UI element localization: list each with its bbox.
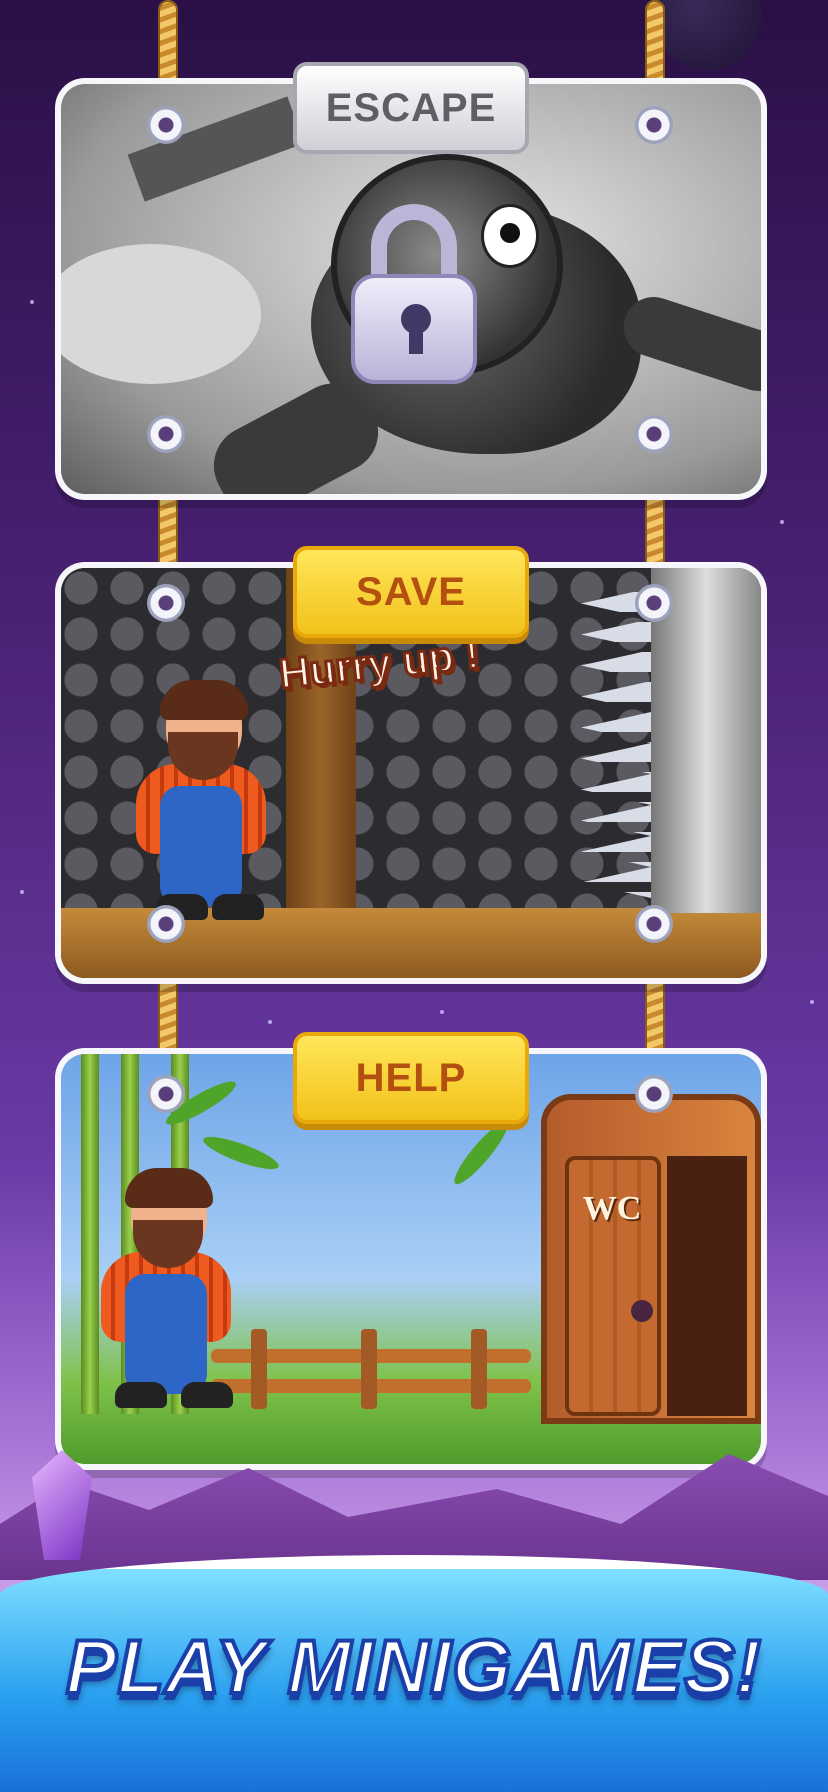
- wc-outhouse: WC: [541, 1094, 761, 1424]
- lumberjack-character: [126, 680, 276, 920]
- card-label-save: SAVE: [293, 546, 529, 638]
- grommet: [147, 584, 185, 622]
- cloud: [61, 244, 261, 384]
- grommet: [147, 905, 185, 943]
- door-knob: [631, 1300, 653, 1322]
- wc-sign: WC: [582, 1190, 642, 1227]
- grommet: [147, 1075, 185, 1113]
- astronaut-eye: [481, 204, 539, 268]
- grommet: [635, 1075, 673, 1113]
- grommet: [635, 106, 673, 144]
- star: [810, 1000, 814, 1004]
- star: [440, 1010, 444, 1014]
- leaf: [448, 1116, 514, 1190]
- card-label-escape: ESCAPE: [293, 62, 529, 154]
- spike-wall: [651, 568, 761, 913]
- star: [268, 1020, 272, 1024]
- moon: [652, 0, 762, 70]
- grommet: [635, 584, 673, 622]
- star: [780, 520, 784, 524]
- astronaut-arm: [615, 289, 761, 399]
- headline-text: PLAY MINIGAMES!: [64, 1623, 763, 1712]
- leaf: [200, 1130, 282, 1176]
- grommet: [147, 415, 185, 453]
- wooden-fence: [211, 1329, 531, 1409]
- grommet: [635, 415, 673, 453]
- lock-icon: [351, 204, 477, 384]
- card-label-help: HELP: [293, 1032, 529, 1124]
- grommet: [147, 106, 185, 144]
- star: [30, 300, 34, 304]
- lumberjack-character: [91, 1168, 241, 1408]
- grommet: [635, 905, 673, 943]
- star: [20, 890, 24, 894]
